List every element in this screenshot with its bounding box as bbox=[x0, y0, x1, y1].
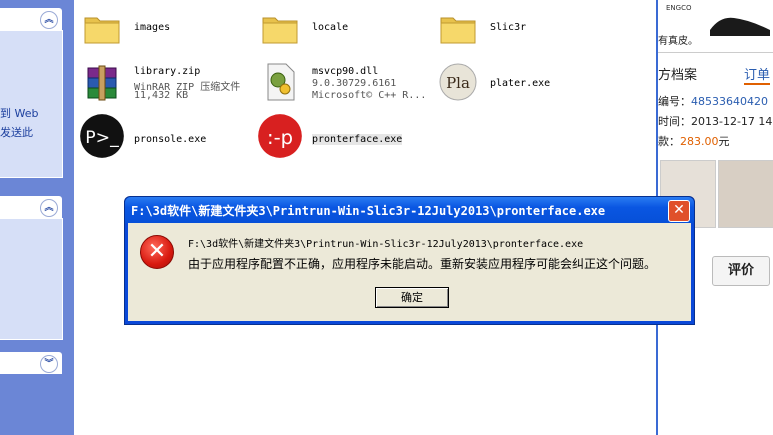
plater-app-icon: Pla bbox=[439, 63, 477, 101]
file-name: pronsole.exe bbox=[134, 134, 207, 145]
task-panel-body-2 bbox=[0, 218, 63, 340]
file-name: images bbox=[134, 22, 171, 33]
dialog-message: 由于应用程序配置不正确，应用程序未能启动。重新安装应用程序可能会纠正这个问题。 bbox=[188, 257, 657, 271]
shoe-ad-image[interactable] bbox=[708, 4, 773, 40]
dialog-title: F:\3d软件\新建文件夹3\Printrun-Win-Slic3r-12Jul… bbox=[131, 204, 606, 218]
task-panel-header-1[interactable]: ︽ bbox=[0, 8, 62, 30]
dialog-titlebar[interactable]: F:\3d软件\新建文件夹3\Printrun-Win-Slic3r-12Jul… bbox=[125, 197, 694, 223]
file-name: plater.exe bbox=[490, 78, 551, 89]
plater-icon-text: Pla bbox=[446, 74, 470, 92]
folder-icon bbox=[440, 17, 476, 44]
folder-icon bbox=[84, 17, 120, 44]
divider bbox=[658, 52, 773, 53]
explorer-task-pane: ︽ 到 Web 发送此 ︽ ︾ bbox=[0, 0, 74, 435]
ad-brand: ENGCO bbox=[666, 4, 692, 12]
ok-button[interactable]: 确定 bbox=[375, 287, 449, 308]
tab-seller-profile[interactable]: 方档案 bbox=[658, 64, 697, 83]
dll-gear-icon bbox=[267, 63, 295, 101]
file-version: 9.0.30729.6161 bbox=[312, 78, 397, 89]
task-link-send[interactable]: 发送此 bbox=[0, 124, 33, 140]
file-size: 11,432 KB bbox=[134, 90, 189, 101]
tab-order[interactable]: 订单 bbox=[744, 64, 771, 85]
pronsole-icon-text: P>_ bbox=[85, 128, 119, 148]
order-price-row: 款：283.00元 bbox=[658, 133, 730, 149]
task-panel-body-1: 到 Web 发送此 bbox=[0, 30, 63, 178]
price-unit: 元 bbox=[718, 135, 730, 148]
file-name: locale bbox=[312, 22, 349, 33]
close-button[interactable]: ✕ bbox=[668, 200, 690, 222]
error-icon: ✕ bbox=[140, 235, 174, 269]
dialog-path-text: F:\3d软件\新建文件夹3\Printrun-Win-Slic3r-12Jul… bbox=[188, 239, 584, 250]
order-number-label: 编号： bbox=[658, 95, 691, 108]
expand-chevron-icon[interactable]: ︾ bbox=[40, 355, 58, 373]
task-panel-header-3[interactable]: ︾ bbox=[0, 352, 62, 374]
ad-text: 有真皮。 bbox=[658, 36, 698, 47]
task-link-web[interactable]: 到 Web bbox=[0, 105, 38, 121]
order-number-row: 编号：48533640420 bbox=[658, 93, 768, 109]
price-label: 款： bbox=[658, 135, 680, 148]
order-time-label: 时间： bbox=[658, 115, 691, 128]
review-button[interactable]: 评价 bbox=[712, 256, 770, 286]
order-time-value: 2013-12-17 14 bbox=[691, 115, 773, 128]
order-number-link[interactable]: 48533640420 bbox=[691, 95, 768, 108]
file-name: Slic3r bbox=[490, 22, 527, 33]
winrar-archive-icon bbox=[87, 65, 117, 101]
file-name: library.zip bbox=[134, 66, 201, 77]
collapse-chevron-icon[interactable]: ︽ bbox=[40, 199, 58, 217]
folder-icon bbox=[262, 17, 298, 44]
file-description: Microsoft© C++ R... bbox=[312, 90, 427, 101]
pronterface-app-icon: :-p bbox=[258, 114, 302, 158]
pronterface-icon-text: :-p bbox=[267, 126, 293, 149]
price-value: 283.00 bbox=[680, 135, 719, 148]
order-time-row: 时间：2013-12-17 14 bbox=[658, 113, 772, 129]
task-panel-header-2[interactable]: ︽ bbox=[0, 196, 62, 218]
pronsole-app-icon: P>_ bbox=[80, 114, 124, 158]
product-thumbnail-2[interactable] bbox=[718, 160, 773, 228]
error-dialog: F:\3d软件\新建文件夹3\Printrun-Win-Slic3r-12Jul… bbox=[124, 196, 695, 325]
file-name: msvcp90.dll bbox=[312, 66, 379, 77]
file-name-selected: pronterface.exe bbox=[312, 134, 403, 145]
collapse-chevron-icon[interactable]: ︽ bbox=[40, 11, 58, 29]
dialog-body: ✕ F:\3d软件\新建文件夹3\Printrun-Win-Slic3r-12J… bbox=[128, 223, 691, 321]
